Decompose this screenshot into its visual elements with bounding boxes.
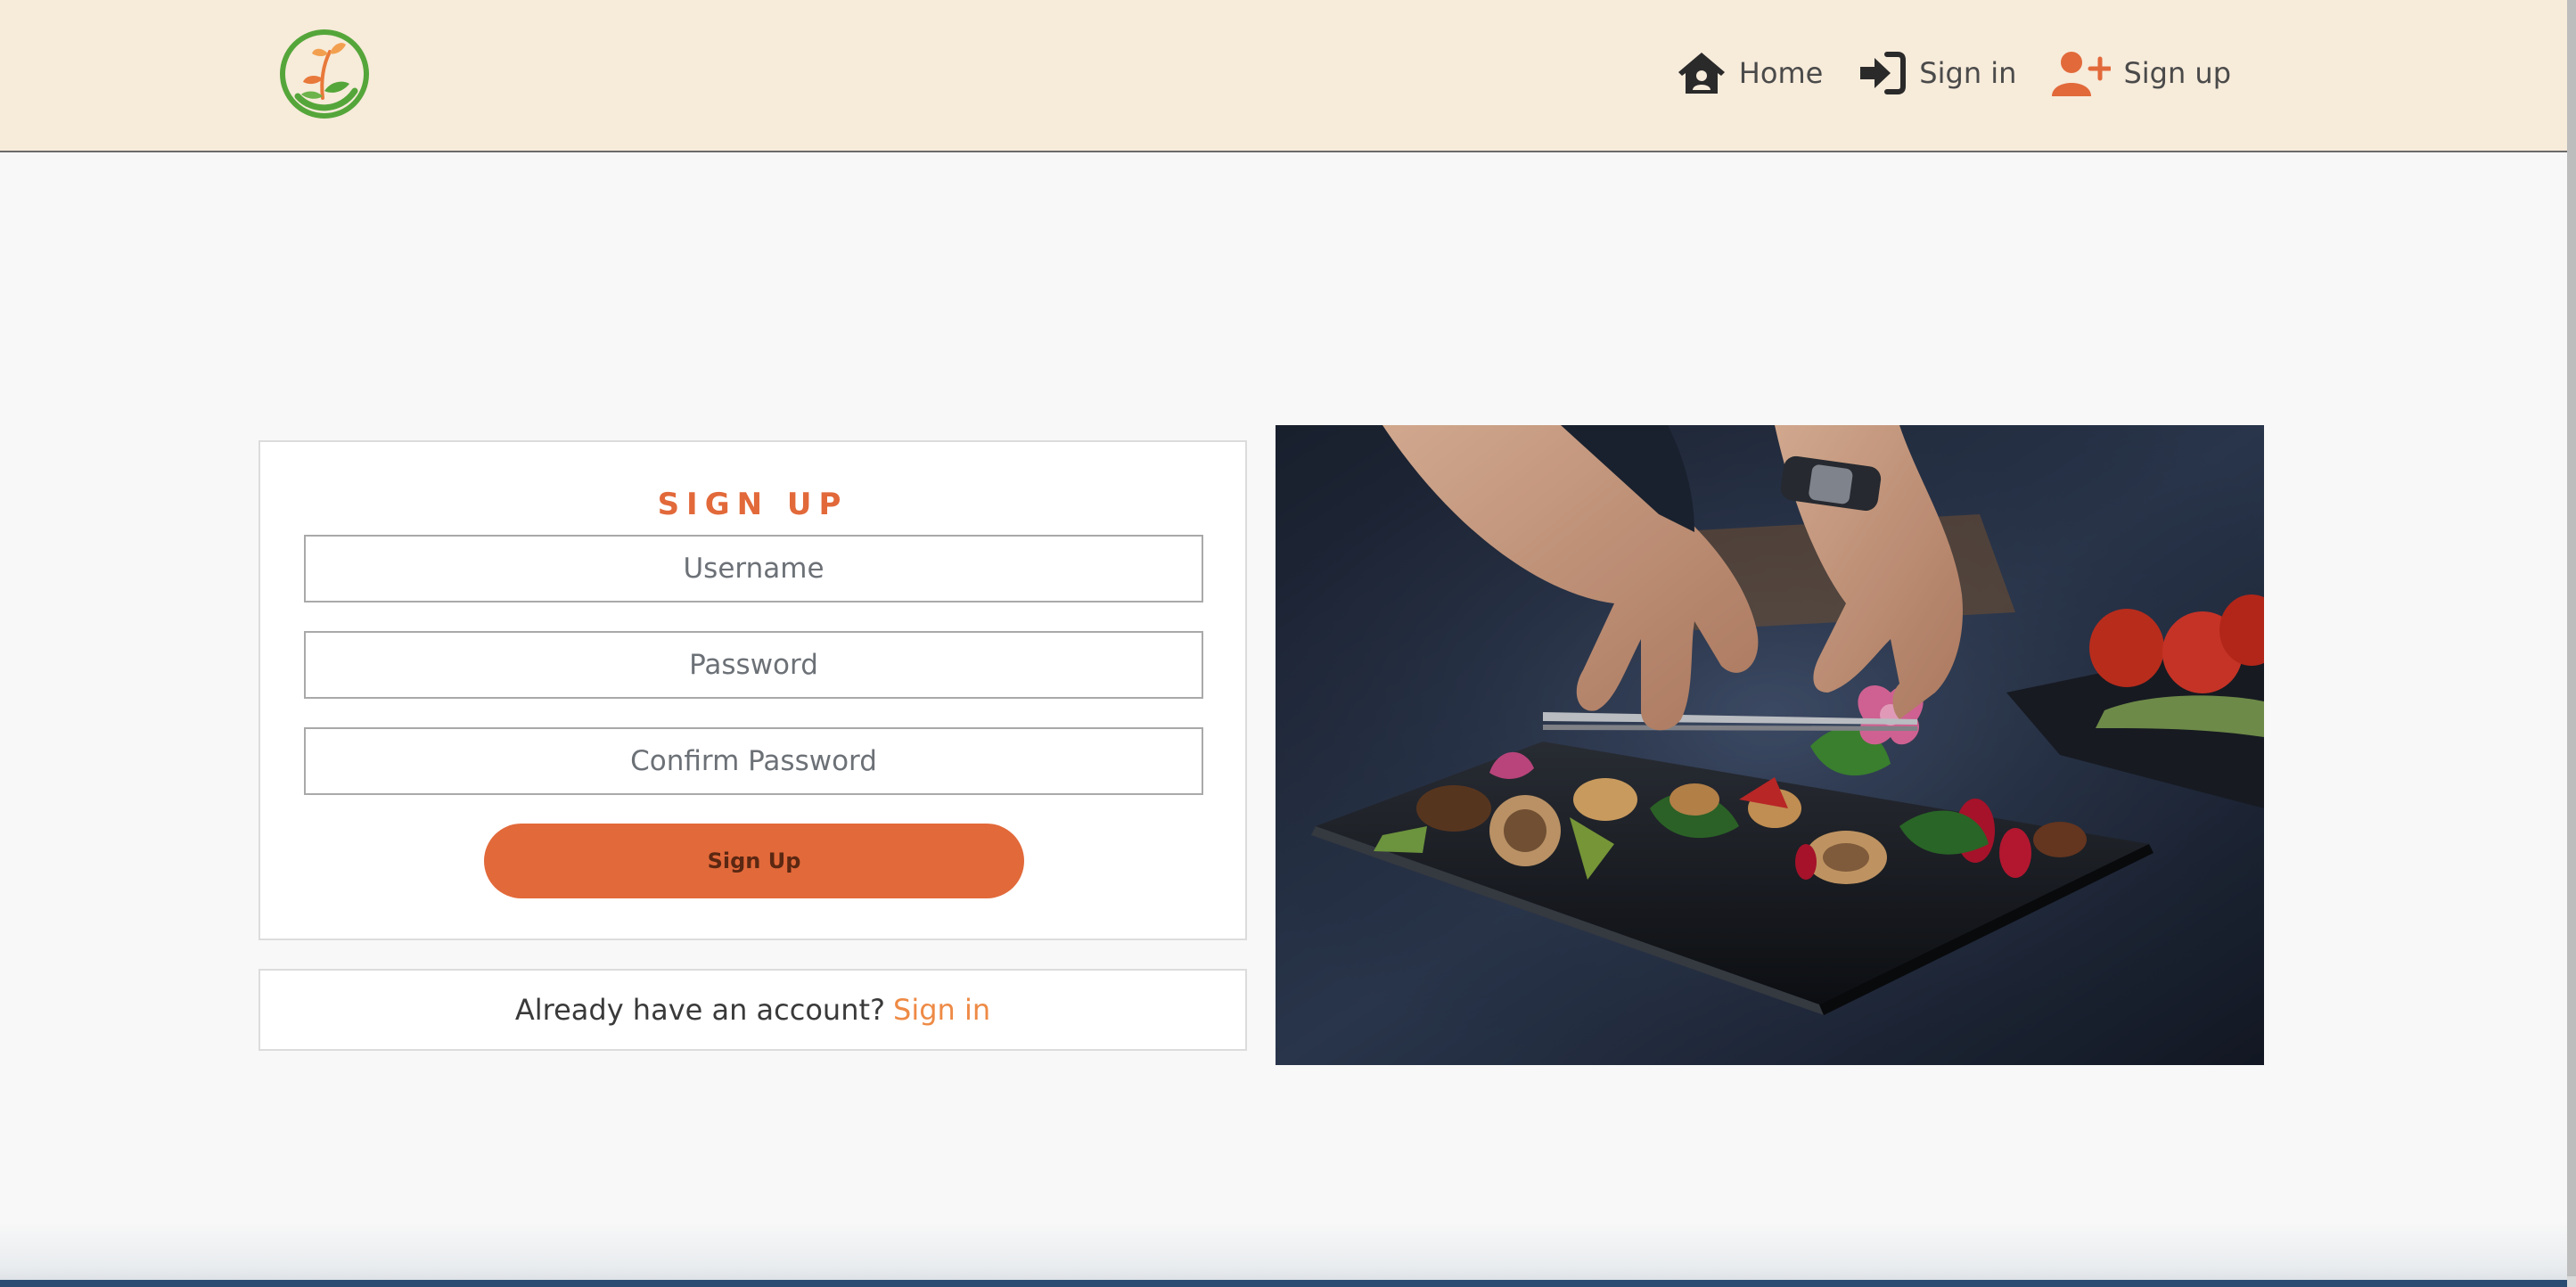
user-plus-icon [2052,52,2112,96]
signup-submit-button[interactable]: Sign Up [484,824,1024,898]
brand-logo-icon[interactable] [278,27,371,121]
house-user-icon [1678,53,1725,94]
signup-card: SIGN UP Sign Up [258,440,1247,940]
os-taskbar-edge [0,1280,2576,1287]
page-scrollbar[interactable] [2567,0,2576,1287]
signin-prompt-box: Already have an account? Sign in [258,969,1247,1051]
sign-in-arrow-icon [1860,52,1907,94]
confirm-password-input[interactable] [304,727,1203,795]
nav-signup-link[interactable]: Sign up [2050,48,2231,98]
nav-signin-label: Sign in [1919,56,2017,90]
nav-links: Home Sign in Sign up [1677,46,2231,100]
page: Home Sign in Sign up SIGN UP Username Si… [0,0,2576,1287]
signin-prompt-text: Already have an account? [514,993,886,1027]
nav-signup-label: Sign up [2123,56,2231,90]
signin-link[interactable]: Sign in [893,993,990,1027]
bottom-shade [0,1221,2567,1287]
scrollbar-thumb[interactable] [2567,0,2576,1276]
top-navbar: Home Sign in Sign up [0,0,2567,152]
nav-home-link[interactable]: Home [1677,49,1824,97]
hero-food-image [1276,425,2264,1065]
signup-title: SIGN UP [657,487,849,522]
nav-signin-link[interactable]: Sign in [1857,49,2016,97]
username-input[interactable] [304,535,1203,603]
chef-plating-illustration [1276,425,2264,1065]
nav-home-label: Home [1738,56,1824,90]
password-input[interactable] [304,631,1203,699]
